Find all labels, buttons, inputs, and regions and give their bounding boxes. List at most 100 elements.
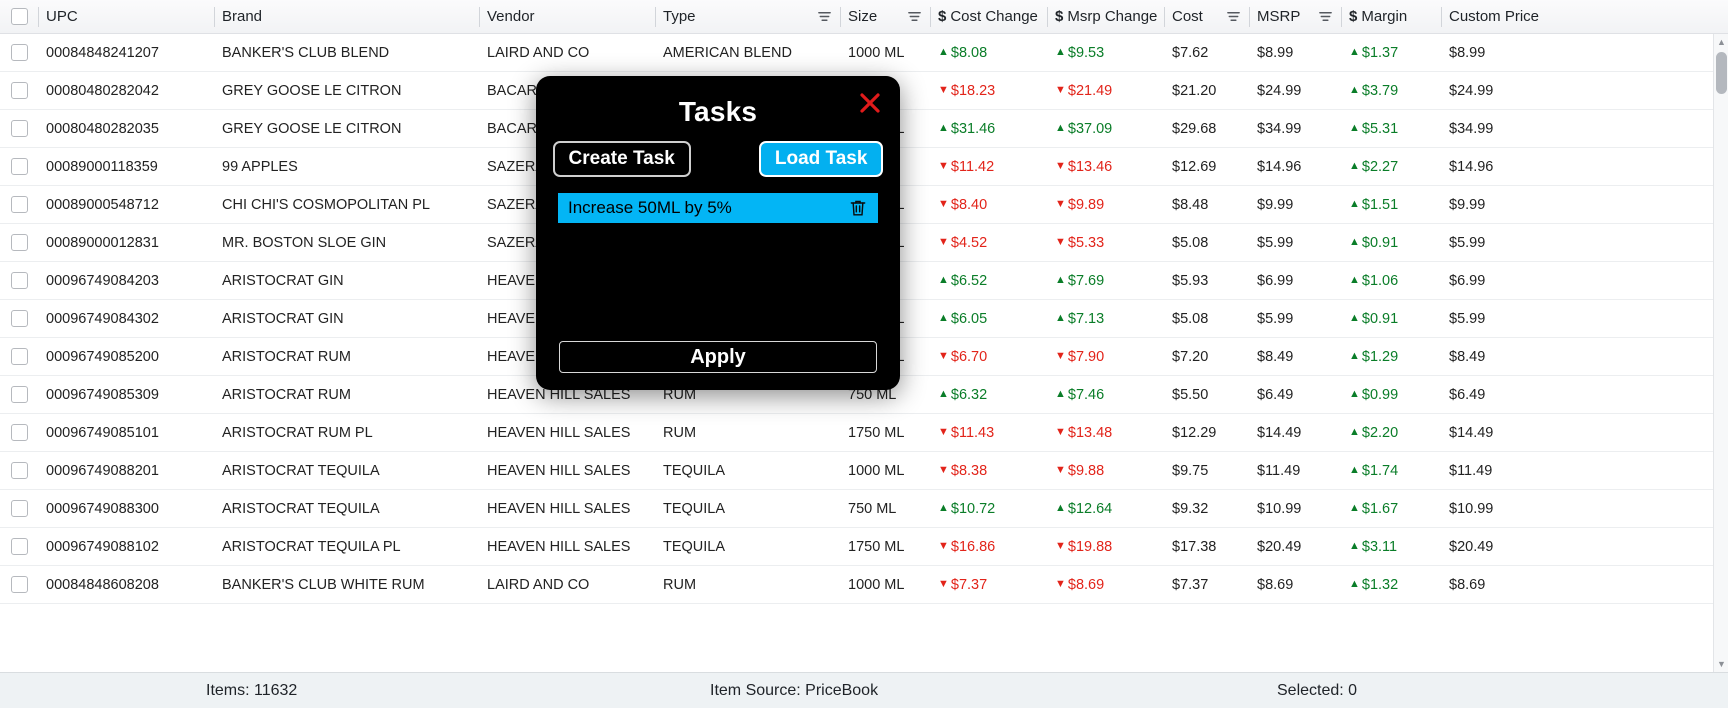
row-select-cell[interactable] (0, 414, 38, 452)
header-column-margin[interactable]: $ Margin (1341, 0, 1441, 34)
row-checkbox[interactable] (10, 538, 28, 555)
load-task-button[interactable]: Load Task (758, 141, 884, 177)
row-checkbox[interactable] (10, 272, 28, 289)
cell-custom-price[interactable]: $14.49 (1441, 414, 1713, 452)
cell-upc: 00096749088201 (46, 462, 159, 479)
header-select-all-cell[interactable] (0, 0, 38, 34)
row-select-cell[interactable] (0, 452, 38, 490)
select-all-checkbox[interactable] (10, 8, 28, 25)
table-row[interactable]: 00096749088201 ARISTOCRAT TEQUILA HEAVEN H… (0, 452, 1728, 490)
cell-upc: 00096749085101 (46, 424, 159, 441)
row-select-cell[interactable] (0, 186, 38, 224)
header-column-size[interactable]: Size (840, 0, 930, 34)
table-row[interactable]: 00084848241207 BANKER'S CLUB BLEND LAIRD A… (0, 34, 1728, 72)
row-checkbox[interactable] (10, 310, 28, 327)
triangle-up-icon: ▲ (1349, 45, 1360, 58)
filter-icon-size[interactable] (897, 9, 922, 24)
row-select-cell[interactable] (0, 148, 38, 186)
cell-custom-price[interactable]: $11.49 (1441, 452, 1713, 490)
header-column-brand[interactable]: Brand (214, 0, 479, 34)
cell-custom-price[interactable]: $10.99 (1441, 490, 1713, 528)
table-row[interactable]: 00084848608208 BANKER'S CLUB WHITE RUM LAI… (0, 566, 1728, 604)
row-select-cell[interactable] (0, 224, 38, 262)
row-select-cell[interactable] (0, 338, 38, 376)
row-select-cell[interactable] (0, 300, 38, 338)
vertical-scrollbar[interactable]: ▲ ▼ (1713, 34, 1728, 672)
row-checkbox[interactable] (10, 44, 28, 61)
trash-icon[interactable] (848, 198, 868, 218)
scroll-down-arrow-icon[interactable]: ▼ (1714, 656, 1728, 672)
cell-cost-change-value: $31.46 (950, 120, 996, 137)
cell-custom-price[interactable]: $34.99 (1441, 110, 1713, 148)
row-checkbox[interactable] (10, 120, 28, 137)
row-select-cell[interactable] (0, 528, 38, 566)
row-select-cell[interactable] (0, 566, 38, 604)
filter-icon-cost[interactable] (1216, 9, 1241, 24)
cell-custom-price[interactable]: $20.49 (1441, 528, 1713, 566)
header-label-cost: Cost (1172, 8, 1203, 25)
cell-cost: $12.69 (1172, 158, 1217, 175)
cell-custom-price[interactable]: $5.99 (1441, 224, 1713, 262)
create-task-button[interactable]: Create Task (552, 141, 691, 177)
row-select-cell[interactable] (0, 490, 38, 528)
triangle-down-icon: ▼ (1055, 577, 1066, 590)
header-column-msrp-change[interactable]: $ Msrp Change (1047, 0, 1164, 34)
cell-custom-price[interactable]: $8.99 (1441, 34, 1713, 72)
row-select-cell[interactable] (0, 34, 38, 72)
header-column-upc[interactable]: UPC (38, 0, 214, 34)
table-row[interactable]: 00096749088102 ARISTOCRAT TEQUILA PL HEAVE… (0, 528, 1728, 566)
cell-msrp-change-value: $8.69 (1067, 576, 1105, 593)
table-row[interactable]: 00096749088300 ARISTOCRAT TEQUILA HEAVEN H… (0, 490, 1728, 528)
cell-custom-price[interactable]: $5.99 (1441, 300, 1713, 338)
row-checkbox[interactable] (10, 424, 28, 441)
cell-margin-value: $0.99 (1361, 386, 1399, 403)
header-column-cost-change[interactable]: $ Cost Change (930, 0, 1047, 34)
cell-msrp: $8.99 (1257, 44, 1294, 61)
header-column-cost[interactable]: Cost (1164, 0, 1249, 34)
row-checkbox[interactable] (10, 196, 28, 213)
cell-custom-price[interactable]: $6.49 (1441, 376, 1713, 414)
cell-custom-price[interactable]: $6.99 (1441, 262, 1713, 300)
apply-button[interactable]: Apply (559, 341, 877, 373)
cell-custom-price[interactable]: $8.49 (1441, 338, 1713, 376)
cell-brand: ARISTOCRAT TEQUILA (222, 462, 380, 479)
header-label-cost-change: Cost Change (950, 8, 1038, 25)
row-checkbox[interactable] (10, 462, 28, 479)
header-column-type[interactable]: Type (655, 0, 840, 34)
header-column-msrp[interactable]: MSRP (1249, 0, 1341, 34)
cell-upc: 00089000012831 (46, 234, 159, 251)
close-icon[interactable] (856, 89, 884, 117)
row-checkbox[interactable] (10, 500, 28, 517)
row-checkbox[interactable] (10, 348, 28, 365)
cell-custom-price[interactable]: $9.99 (1441, 186, 1713, 224)
row-checkbox[interactable] (10, 158, 28, 175)
header-label-msrp: MSRP (1257, 8, 1301, 25)
scrollbar-thumb[interactable] (1716, 52, 1727, 94)
status-items-count: Items: 11632 (206, 681, 298, 699)
cell-msrp-change-value: $7.46 (1067, 386, 1105, 403)
task-list-item[interactable]: Increase 50ML by 5% (558, 193, 878, 223)
row-checkbox[interactable] (10, 82, 28, 99)
filter-icon-msrp[interactable] (1308, 9, 1333, 24)
cell-custom-price[interactable]: $24.99 (1441, 72, 1713, 110)
cell-msrp-change-value: $7.13 (1067, 310, 1105, 327)
row-select-cell[interactable] (0, 110, 38, 148)
cell-msrp-change: ▼ $8.69 (1047, 566, 1164, 604)
scroll-up-arrow-icon[interactable]: ▲ (1714, 34, 1728, 50)
cell-cost-change-value: $6.32 (950, 386, 988, 403)
cell-vendor: LAIRD AND CO (487, 576, 590, 593)
table-row[interactable]: 00096749085101 ARISTOCRAT RUM PL HEAVEN HI… (0, 414, 1728, 452)
cell-custom-price[interactable]: $8.69 (1441, 566, 1713, 604)
row-select-cell[interactable] (0, 72, 38, 110)
header-column-vendor[interactable]: Vendor (479, 0, 655, 34)
filter-icon-type[interactable] (807, 9, 832, 24)
row-checkbox[interactable] (10, 234, 28, 251)
cell-cost-change: ▼ $11.43 (930, 414, 1047, 452)
header-column-custom-price[interactable]: Custom Price (1441, 0, 1713, 34)
row-select-cell[interactable] (0, 376, 38, 414)
triangle-down-icon: ▼ (938, 539, 949, 552)
row-checkbox[interactable] (10, 576, 28, 593)
cell-custom-price[interactable]: $14.96 (1441, 148, 1713, 186)
row-select-cell[interactable] (0, 262, 38, 300)
row-checkbox[interactable] (10, 386, 28, 403)
